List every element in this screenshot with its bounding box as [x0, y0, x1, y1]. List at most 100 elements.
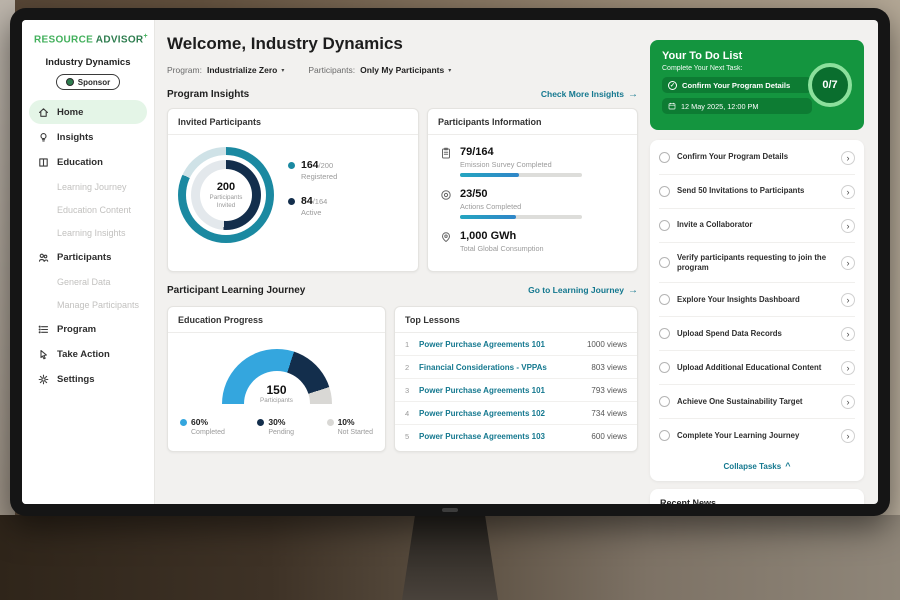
program-select[interactable]: Program: Industrialize Zero ▾	[167, 65, 284, 75]
sidebar-item-education[interactable]: Education	[29, 150, 147, 174]
desk-background: RESOURCE ADVISOR+ Industry Dynamics Spon…	[0, 0, 900, 600]
next-task-chip[interactable]: ✓ Confirm Your Program Details	[662, 77, 812, 93]
due-date-chip: 12 May 2025, 12:00 PM	[662, 98, 812, 114]
sponsor-icon	[66, 78, 74, 86]
brand-logo-plus: +	[143, 33, 147, 40]
legend-item-active: 84/164 Active	[288, 195, 337, 217]
legend-item-registered: 164/200 Registered	[288, 159, 337, 181]
chevron-right-icon[interactable]: ›	[841, 361, 855, 375]
check-more-insights-link[interactable]: Check More Insights→	[541, 89, 638, 100]
location-pin-icon	[440, 230, 452, 257]
sidebar-item-education-content[interactable]: Education Content	[22, 198, 154, 221]
sidebar-item-take-action[interactable]: Take Action	[29, 342, 147, 366]
checkbox-icon[interactable]	[659, 186, 670, 197]
checkbox-icon[interactable]	[659, 328, 670, 339]
lesson-link[interactable]: Power Purchase Agreements 103	[419, 432, 591, 441]
arrow-right-icon: →	[628, 89, 638, 100]
card-title: Top Lessons	[395, 307, 637, 333]
checkbox-icon[interactable]	[659, 257, 670, 268]
chevron-right-icon[interactable]: ›	[841, 429, 855, 443]
lesson-link[interactable]: Power Purchase Agreements 102	[419, 409, 591, 418]
check-icon: ✓	[668, 81, 677, 90]
donut-center-label: Participants Invited	[205, 194, 247, 210]
todo-summary-card: Your To Do List Complete Your Next Task:…	[650, 40, 864, 130]
sidebar-item-program[interactable]: Program	[29, 317, 147, 341]
sponsor-badge: Sponsor	[56, 74, 120, 90]
monitor-logo	[442, 508, 458, 512]
actions-completed-row: 23/50 Actions Completed	[440, 188, 625, 219]
gear-icon	[38, 374, 49, 385]
invited-participants-card: Invited Participants 200 Participants In…	[167, 108, 419, 272]
lesson-row[interactable]: 5 Power Purchase Agreements 103 600 view…	[395, 425, 637, 447]
chevron-down-icon: ▾	[281, 67, 284, 74]
consumption-row: 1,000 GWh Total Global Consumption	[440, 230, 625, 257]
education-progress-gauge: 150 Participants	[222, 349, 332, 404]
sidebar-item-learning-journey[interactable]: Learning Journey	[22, 175, 154, 198]
sidebar-item-insights[interactable]: Insights	[29, 125, 147, 149]
participants-select[interactable]: Participants: Only My Participants ▾	[308, 65, 451, 75]
lesson-row[interactable]: 4 Power Purchase Agreements 102 734 view…	[395, 402, 637, 425]
participants-information-card: Participants Information 79/164 Emission…	[427, 108, 638, 272]
chevron-right-icon[interactable]: ›	[841, 293, 855, 307]
lesson-link[interactable]: Financial Considerations - VPPAs	[419, 363, 591, 372]
lesson-row[interactable]: 3 Power Purchase Agreements 101 793 view…	[395, 379, 637, 402]
card-title: Education Progress	[168, 307, 385, 333]
checkbox-icon[interactable]	[659, 294, 670, 305]
lesson-row[interactable]: 1 Power Purchase Agreements 101 1000 vie…	[395, 333, 637, 356]
legend-item-completed: 60% Completed	[180, 417, 225, 436]
program-insights-header: Program Insights Check More Insights→	[167, 89, 638, 100]
chevron-right-icon[interactable]: ›	[841, 327, 855, 341]
sidebar-item-general-data[interactable]: General Data	[22, 270, 154, 293]
legend-item-not-started: 10% Not Started	[327, 417, 373, 436]
lesson-row[interactable]: 2 Financial Considerations - VPPAs 803 v…	[395, 356, 637, 379]
sidebar: RESOURCE ADVISOR+ Industry Dynamics Spon…	[22, 20, 155, 504]
task-row-explore-insights[interactable]: Explore Your Insights Dashboard ›	[659, 283, 855, 317]
chevron-right-icon[interactable]: ›	[841, 256, 855, 270]
recent-news-header: Recent News	[650, 489, 864, 504]
sidebar-item-label: Education	[57, 157, 103, 168]
task-row-invite-collaborator[interactable]: Invite a Collaborator ›	[659, 209, 855, 243]
gauge-center-label: Participants	[260, 397, 293, 404]
lesson-link[interactable]: Power Purchase Agreements 101	[419, 340, 587, 349]
collapse-tasks-button[interactable]: Collapse Tasks^	[659, 452, 855, 481]
program-label: Program:	[167, 65, 202, 75]
target-icon	[440, 188, 452, 219]
task-row-achieve-target[interactable]: Achieve One Sustainability Target ›	[659, 385, 855, 419]
education-progress-card: Education Progress 150 Participants 60% …	[167, 306, 386, 452]
sidebar-item-manage-participants[interactable]: Manage Participants	[22, 293, 154, 316]
sidebar-item-participants[interactable]: Participants	[29, 245, 147, 269]
task-row-confirm-program[interactable]: Confirm Your Program Details ›	[659, 141, 855, 175]
chevron-right-icon[interactable]: ›	[841, 395, 855, 409]
sidebar-item-label: Settings	[57, 374, 94, 385]
checkbox-icon[interactable]	[659, 220, 670, 231]
checkbox-icon[interactable]	[659, 396, 670, 407]
sidebar-item-home[interactable]: Home	[29, 100, 147, 124]
dashboard-screen: RESOURCE ADVISOR+ Industry Dynamics Spon…	[22, 20, 878, 504]
task-row-verify-participants[interactable]: Verify participants requesting to join t…	[659, 243, 855, 283]
page-title: Welcome, Industry Dynamics	[167, 34, 638, 54]
people-icon	[38, 252, 49, 263]
checkbox-icon[interactable]	[659, 430, 670, 441]
sidebar-item-label: Home	[57, 107, 83, 118]
gauge-center-value: 150	[266, 383, 286, 397]
home-icon	[38, 107, 49, 118]
survey-icon	[440, 146, 452, 177]
lesson-link[interactable]: Power Purchase Agreements 101	[419, 386, 591, 395]
go-to-learning-journey-link[interactable]: Go to Learning Journey→	[528, 285, 638, 296]
task-row-upload-educational-content[interactable]: Upload Additional Educational Content ›	[659, 351, 855, 385]
checkbox-icon[interactable]	[659, 152, 670, 163]
chevron-right-icon[interactable]: ›	[841, 185, 855, 199]
checkbox-icon[interactable]	[659, 362, 670, 373]
task-row-upload-spend-data[interactable]: Upload Spend Data Records ›	[659, 317, 855, 351]
todo-progress-ring: 0/7	[808, 63, 852, 107]
task-row-complete-learning-journey[interactable]: Complete Your Learning Journey ›	[659, 419, 855, 452]
sidebar-item-learning-insights[interactable]: Learning Insights	[22, 221, 154, 244]
chevron-right-icon[interactable]: ›	[841, 219, 855, 233]
card-title: Invited Participants	[168, 109, 418, 135]
sidebar-item-settings[interactable]: Settings	[29, 367, 147, 391]
legend-dot	[180, 419, 187, 426]
emission-survey-row: 79/164 Emission Survey Completed	[440, 146, 625, 177]
chevron-right-icon[interactable]: ›	[841, 151, 855, 165]
task-row-send-invitations[interactable]: Send 50 Invitations to Participants ›	[659, 175, 855, 209]
org-name: Industry Dynamics	[22, 57, 154, 68]
